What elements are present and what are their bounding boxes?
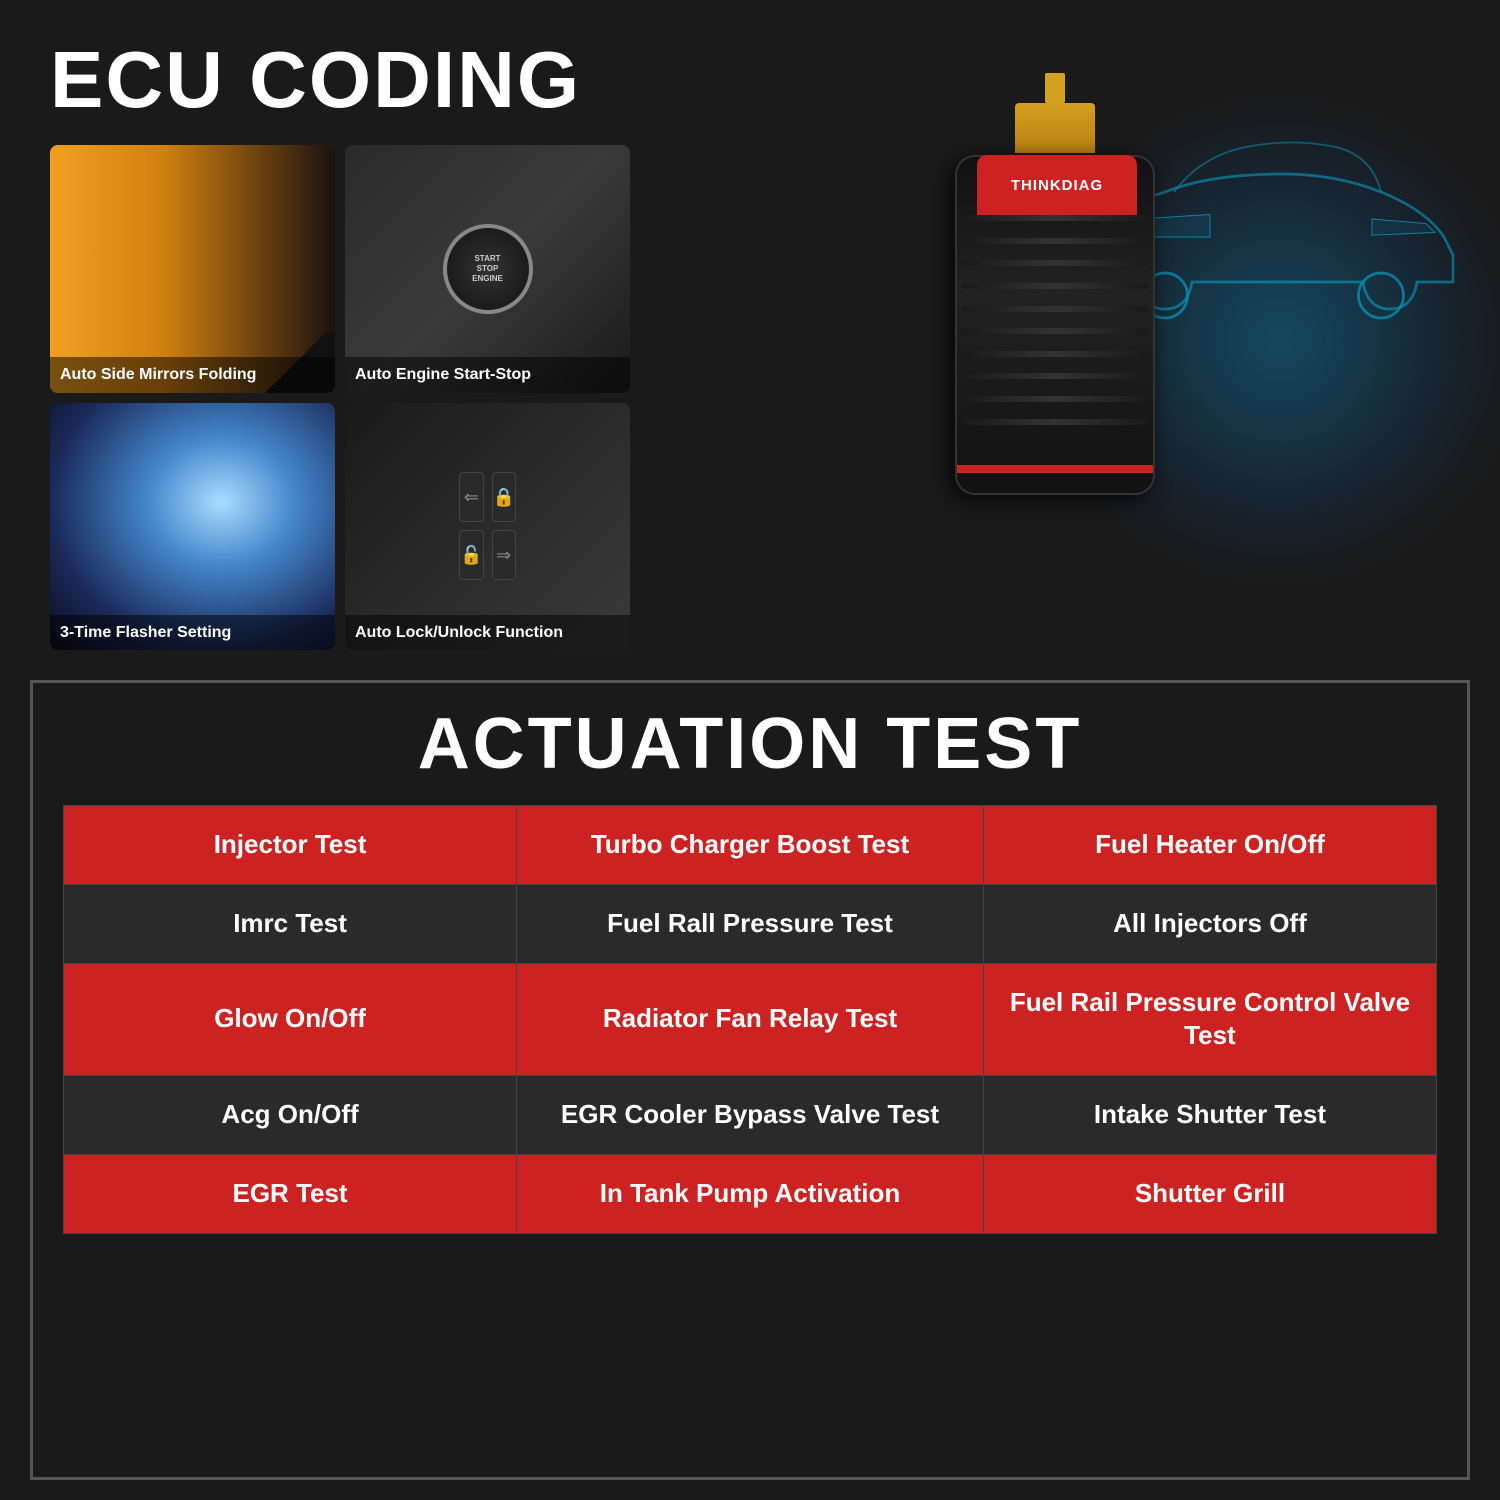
top-left: ECU CODING Auto Side Mirrors Folding STA… [50, 40, 630, 650]
top-section: ECU CODING Auto Side Mirrors Folding STA… [0, 0, 1500, 680]
table-cell: Intake Shutter Test [983, 1076, 1436, 1155]
table-row: Acg On/OffEGR Cooler Bypass Valve TestIn… [64, 1076, 1437, 1155]
table-cell: EGR Test [64, 1154, 517, 1233]
actuation-title: ACTUATION TEST [63, 703, 1437, 785]
brand-label: THINKDIAG [1011, 177, 1103, 194]
mirrors-image [50, 145, 335, 393]
table-cell: Injector Test [64, 806, 517, 885]
device-top: THINKDIAG [977, 155, 1137, 215]
ridge-1 [962, 215, 1148, 221]
lock-buttons-visual: ⇐ 🔒 🔓 ⇒ [444, 457, 531, 595]
table-cell: Glow On/Off [64, 963, 517, 1076]
ridge-2 [962, 238, 1148, 244]
device-connector [1015, 103, 1095, 153]
mirrors-label: Auto Side Mirrors Folding [50, 357, 335, 392]
flasher-cell: 3-Time Flasher Setting [50, 403, 335, 651]
table-cell: Radiator Fan Relay Test [517, 963, 984, 1076]
ridge-3 [962, 260, 1148, 266]
connector-pin [1045, 73, 1065, 103]
engine-button-text: STARTSTOPENGINE [472, 254, 503, 283]
ridge-8 [962, 373, 1148, 379]
table-row: Injector TestTurbo Charger Boost TestFue… [64, 806, 1437, 885]
ridge-5 [962, 306, 1148, 312]
table-cell: All Injectors Off [983, 884, 1436, 963]
device-ridges [957, 207, 1153, 433]
table-cell: Fuel Rail Pressure Control Valve Test [983, 963, 1436, 1076]
ridge-7 [962, 351, 1148, 357]
feature-grid: Auto Side Mirrors Folding STARTSTOPENGIN… [50, 145, 630, 650]
engine-button-visual: STARTSTOPENGINE [443, 224, 533, 314]
table-row: EGR TestIn Tank Pump ActivationShutter G… [64, 1154, 1437, 1233]
table-cell: Fuel Heater On/Off [983, 806, 1436, 885]
lock-label: Auto Lock/Unlock Function [345, 615, 630, 650]
engine-label: Auto Engine Start-Stop [345, 357, 630, 392]
top-right: THINKDIAG [660, 40, 1450, 650]
flasher-label: 3-Time Flasher Setting [50, 615, 335, 650]
table-cell: In Tank Pump Activation [517, 1154, 984, 1233]
lock-btn-4: ⇒ [492, 530, 516, 580]
device-body: THINKDIAG [955, 155, 1155, 495]
table-row: Glow On/OffRadiator Fan Relay TestFuel R… [64, 963, 1437, 1076]
table-cell: Imrc Test [64, 884, 517, 963]
ridge-4 [962, 283, 1148, 289]
ecu-title: ECU CODING [50, 40, 630, 120]
device: THINKDIAG [955, 155, 1155, 535]
ridge-6 [962, 328, 1148, 334]
mirrors-cell: Auto Side Mirrors Folding [50, 145, 335, 393]
engine-cell: STARTSTOPENGINE Auto Engine Start-Stop [345, 145, 630, 393]
ridge-10 [962, 419, 1148, 425]
actuation-section: ACTUATION TEST Injector TestTurbo Charge… [30, 680, 1470, 1480]
ridge-9 [962, 396, 1148, 402]
device-wrapper: THINKDIAG [955, 155, 1155, 535]
table-row: Imrc TestFuel Rall Pressure TestAll Inje… [64, 884, 1437, 963]
table-cell: Turbo Charger Boost Test [517, 806, 984, 885]
lock-btn-1: ⇐ [459, 472, 483, 522]
table-cell: Shutter Grill [983, 1154, 1436, 1233]
table-cell: Acg On/Off [64, 1076, 517, 1155]
lock-btn-2: 🔒 [492, 472, 516, 522]
lock-cell: ⇐ 🔒 🔓 ⇒ Auto Lock/Unlock Function [345, 403, 630, 651]
table-cell: Fuel Rall Pressure Test [517, 884, 984, 963]
device-bottom-stripe [957, 465, 1153, 473]
test-table: Injector TestTurbo Charger Boost TestFue… [63, 805, 1437, 1234]
table-cell: EGR Cooler Bypass Valve Test [517, 1076, 984, 1155]
lock-btn-3: 🔓 [459, 530, 483, 580]
flasher-image [50, 403, 335, 651]
